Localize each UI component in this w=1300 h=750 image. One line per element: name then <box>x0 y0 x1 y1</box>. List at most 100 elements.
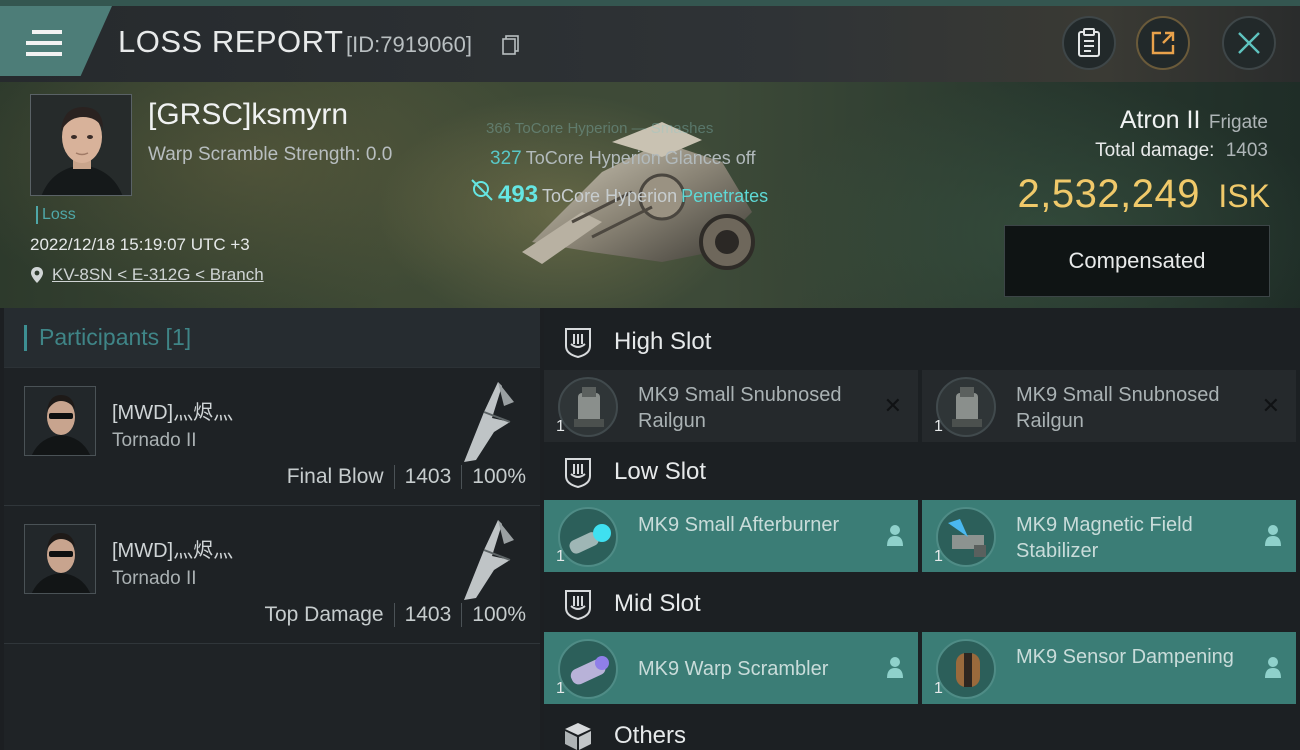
slot-label: Others <box>614 722 687 749</box>
high-slot-header: High Slot <box>544 312 1300 372</box>
damage-source: ToCore Hyperion <box>542 186 678 206</box>
participants-header[interactable]: Participants [1] <box>4 308 540 368</box>
participant-percent: 100% <box>472 465 526 488</box>
participant-role: Top Damage <box>264 603 384 626</box>
module-quantity: 1 <box>556 680 565 697</box>
mid-slot-header: Mid Slot <box>544 574 1300 634</box>
participant-row[interactable]: [MWD]灬烬灬 Tornado II Final Blow 1403 100% <box>4 368 540 506</box>
module-card[interactable]: 1 MK9 Small Snubnosed Railgun ✕ <box>922 370 1296 442</box>
warp-scramble-strength: Warp Scramble Strength: 0.0 <box>148 144 393 165</box>
divider <box>461 603 463 627</box>
module-quantity: 1 <box>934 680 943 697</box>
compensated-button[interactable]: Compensated <box>1004 225 1270 297</box>
railgun-icon <box>936 377 996 437</box>
participant-avatar <box>24 524 96 594</box>
railgun-icon <box>558 377 618 437</box>
others-header: Others <box>544 706 1300 750</box>
divider <box>461 465 463 489</box>
ship-name: Atron II <box>1119 106 1201 134</box>
location-link[interactable]: KV-8SN < E-312G < Branch <box>52 265 264 285</box>
participant-ship-icon <box>464 382 514 462</box>
isk-value: 2,532,249 ISK <box>1018 172 1270 217</box>
person-icon <box>1265 657 1281 678</box>
close-icon <box>1238 32 1260 54</box>
participant-role: Final Blow <box>286 465 384 488</box>
damage-source: ToCore Hyperion <box>525 148 661 168</box>
victim-name[interactable]: [GRSC]ksmyrn <box>148 98 348 132</box>
damage-number: 493 <box>498 181 539 208</box>
ship-class: Frigate <box>1208 112 1268 133</box>
module-name: MK9 Warp Scrambler <box>638 658 829 680</box>
share-button[interactable] <box>1136 16 1190 70</box>
total-damage-value: 1403 <box>1225 140 1268 161</box>
clipboard-button[interactable] <box>1062 16 1116 70</box>
participant-ship: Tornado II <box>112 568 197 589</box>
person-icon <box>887 525 903 546</box>
box-icon <box>565 723 591 750</box>
participant-stats: Top Damage 1403 100% <box>264 603 526 627</box>
module-card[interactable]: 1 MK9 Small Afterburner <box>544 500 918 572</box>
loss-location[interactable]: KV-8SN < E-312G < Branch <box>30 265 264 285</box>
slot-icon <box>565 328 591 358</box>
afterburner-icon <box>558 507 618 567</box>
copy-icon[interactable] <box>502 35 520 55</box>
module-card[interactable]: 1 MK9 Warp Scrambler <box>544 632 918 704</box>
top-bar: LOSS REPORT [ID:7919060] <box>0 0 1300 82</box>
module-name: MK9 Sensor Dampening <box>1016 646 1234 668</box>
close-button[interactable] <box>1222 16 1276 70</box>
module-name: MK9 Small Snubnosed Railgun <box>1016 384 1220 432</box>
module-card[interactable]: 1 MK9 Sensor Dampening <box>922 632 1296 704</box>
sensor-dampener-icon <box>936 639 996 699</box>
participant-ship-icon <box>464 520 514 600</box>
person-icon <box>887 657 903 678</box>
total-damage-label: Total damage: <box>1095 140 1215 161</box>
participant-name: [MWD]灬烬灬 <box>112 402 234 424</box>
header-accent-bar <box>24 324 27 351</box>
module-card[interactable]: 1 MK9 Magnetic Field Stabilizer <box>922 500 1296 572</box>
magnetic-field-stabilizer-icon <box>936 507 996 567</box>
destroyed-icon: ✕ <box>1261 394 1280 419</box>
total-damage: Total damage: 1403 <box>1095 140 1268 162</box>
divider <box>393 465 395 489</box>
participant-damage: 1403 <box>404 465 452 488</box>
participant-row[interactable]: [MWD]灬烬灬 Tornado II Top Damage 1403 100% <box>4 506 540 644</box>
crosshair-icon <box>471 179 493 201</box>
menu-icon <box>26 30 62 60</box>
participant-stats: Final Blow 1403 100% <box>287 465 526 489</box>
module-quantity: 1 <box>556 418 565 435</box>
damage-result: Penetrates <box>681 186 769 206</box>
fitting-panel: High Slot 1 MK9 Small Snubnosed Railgun … <box>544 308 1300 750</box>
module-card[interactable]: 1 MK9 Small Snubnosed Railgun ✕ <box>544 370 918 442</box>
report-id: [ID:7919060] <box>346 32 472 57</box>
participants-label: Participants [1] <box>39 324 192 350</box>
module-name: MK9 Magnetic Field Stabilizer <box>1016 514 1193 562</box>
module-quantity: 1 <box>934 418 943 435</box>
damage-feed-line: 327 ToCore Hyperion Glances off <box>490 148 756 170</box>
person-icon <box>1265 525 1281 546</box>
menu-button[interactable] <box>0 6 112 76</box>
victim-banner: [GRSC]ksmyrn Warp Scramble Strength: 0.0… <box>0 82 1300 308</box>
damage-result: Glances off <box>664 148 756 168</box>
share-icon <box>1151 31 1175 55</box>
page-title: LOSS REPORT <box>118 24 344 59</box>
slot-label: Low Slot <box>614 458 707 485</box>
participant-damage: 1403 <box>404 603 452 626</box>
module-quantity: 1 <box>934 548 943 565</box>
victim-portrait <box>30 94 132 196</box>
participant-percent: 100% <box>472 603 526 626</box>
slot-label: High Slot <box>614 328 712 355</box>
damage-number: 327 <box>490 148 522 169</box>
divider <box>393 603 395 627</box>
participant-name: [MWD]灬烬灬 <box>112 540 234 562</box>
module-name: MK9 Small Snubnosed Railgun <box>638 384 842 432</box>
loss-tag: Loss <box>36 206 76 224</box>
location-pin-icon <box>31 267 43 283</box>
participants-panel: Participants [1] [MWD]灬烬灬 Tornado II Fin… <box>4 308 540 750</box>
ship-type: Atron II Frigate <box>1120 106 1268 135</box>
participant-avatar <box>24 386 96 456</box>
clipboard-icon <box>1078 28 1100 57</box>
participant-ship: Tornado II <box>112 430 197 451</box>
warp-scrambler-icon <box>558 639 618 699</box>
damage-feed-ghost: 366 ToCore Hyperion — Smashes <box>486 120 714 137</box>
loss-datetime: 2022/12/18 15:19:07 UTC +3 <box>30 235 250 254</box>
